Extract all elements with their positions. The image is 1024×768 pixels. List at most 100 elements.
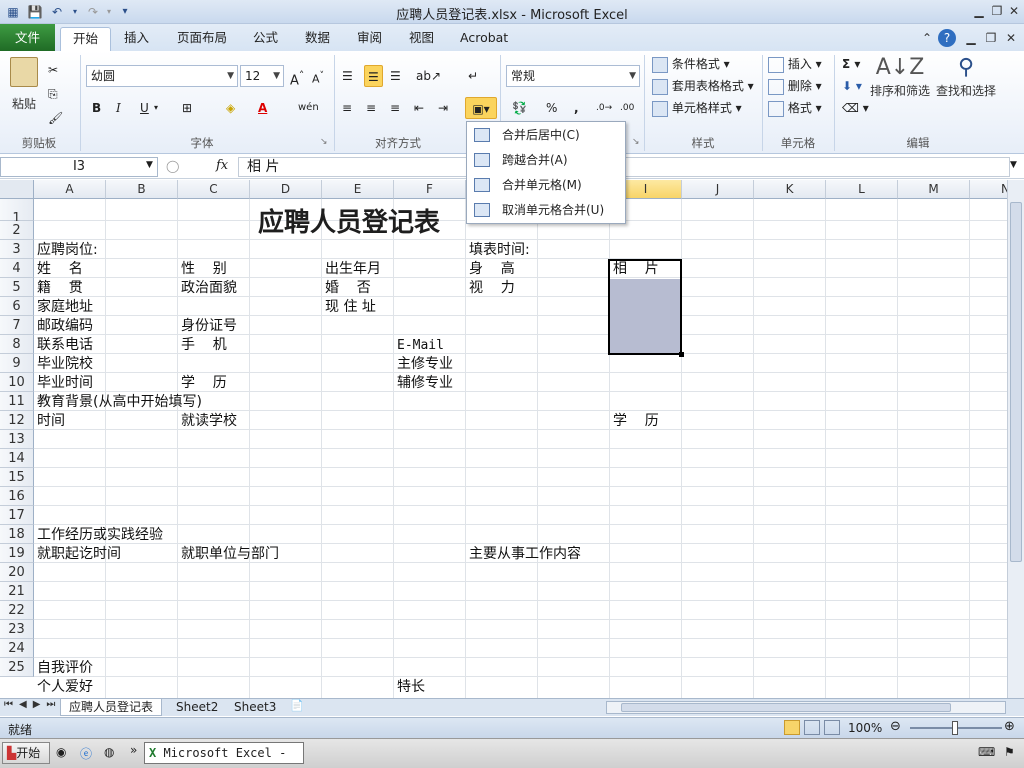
increase-indent-icon[interactable]: ⇥ <box>438 97 448 119</box>
sheet-tab-3[interactable]: Sheet3 <box>226 699 284 716</box>
worksheet-grid[interactable]: ABCDEFGHIJKLMN 1234567891011121314151617… <box>0 180 1024 698</box>
sheet-nav-icon[interactable]: ⏮◀▶⏭ <box>4 699 61 710</box>
row-header-16[interactable]: 16 <box>0 487 34 506</box>
minimize-icon[interactable]: ▁ <box>970 2 988 20</box>
close-icon[interactable]: ✕ <box>1005 2 1023 20</box>
row-header-21[interactable]: 21 <box>0 582 34 601</box>
zoom-out-icon[interactable]: ⊖ <box>890 719 901 734</box>
row-header-22[interactable]: 22 <box>0 601 34 620</box>
doc-close-icon[interactable]: ✕ <box>1002 29 1020 47</box>
paste-button[interactable]: 粘贴 <box>6 55 42 115</box>
column-header-f[interactable]: F <box>394 180 466 199</box>
align-middle-icon[interactable]: ☰ <box>364 65 383 87</box>
row-header-19[interactable]: 19 <box>0 544 34 563</box>
shrink-font-icon[interactable]: A˅ <box>312 65 324 87</box>
align-right-icon[interactable]: ≡ <box>390 97 400 119</box>
column-header-a[interactable]: A <box>34 180 106 199</box>
format-cells-button[interactable]: 格式 ▾ <box>768 97 822 119</box>
number-format-combo[interactable]: 常规 ▼ <box>506 65 640 87</box>
namebox-dropdown-icon[interactable]: ▼ <box>146 160 153 170</box>
row-header-25[interactable]: 25 <box>0 658 34 677</box>
align-center-icon[interactable]: ≡ <box>366 97 376 119</box>
sheet-tab-2[interactable]: Sheet2 <box>168 699 226 716</box>
row-header-14[interactable]: 14 <box>0 449 34 468</box>
page-break-view-icon[interactable] <box>824 720 840 735</box>
align-bottom-icon[interactable]: ☰ <box>390 65 401 87</box>
quicklaunch-icon-3[interactable]: ◍ <box>104 745 114 759</box>
normal-view-icon[interactable] <box>784 720 800 735</box>
row-header-6[interactable]: 6 <box>0 297 34 316</box>
font-size-combo[interactable]: 12 ▼ <box>240 65 284 87</box>
row-header-18[interactable]: 18 <box>0 525 34 544</box>
row-header-8[interactable]: 8 <box>0 335 34 354</box>
row-header-23[interactable]: 23 <box>0 620 34 639</box>
number-dialog-launcher-icon[interactable]: ↘ <box>632 137 640 147</box>
bold-button[interactable]: B <box>92 97 101 119</box>
row-header-12[interactable]: 12 <box>0 411 34 430</box>
restore-icon[interactable]: ❐ <box>988 2 1006 20</box>
help-icon[interactable]: ? <box>938 29 956 47</box>
tab-review[interactable]: 审阅 <box>345 27 394 51</box>
row-header-20[interactable]: 20 <box>0 563 34 582</box>
formula-expand-icon[interactable]: ◯ <box>166 159 179 173</box>
row-header-11[interactable]: 11 <box>0 392 34 411</box>
menu-item-merge-cells[interactable]: 合并单元格(M) <box>468 173 624 198</box>
cell-styles-button[interactable]: 单元格样式 ▾ <box>652 97 742 119</box>
find-select-button[interactable]: ⚲ 查找和选择 <box>934 55 998 99</box>
network-icon[interactable]: ⚑ <box>1004 745 1015 759</box>
horizontal-scrollbar[interactable] <box>606 701 1006 714</box>
cut-icon[interactable]: ✂ <box>48 59 58 81</box>
name-box[interactable]: I3 <box>0 157 158 177</box>
fill-color-icon[interactable]: ◈ <box>226 97 235 119</box>
clear-icon[interactable]: ⌫ ▾ <box>842 97 869 119</box>
column-header-b[interactable]: B <box>106 180 178 199</box>
phonetic-icon[interactable]: wén <box>298 97 319 119</box>
ie-icon[interactable]: ⓔ <box>80 745 92 762</box>
zoom-slider-thumb[interactable] <box>952 721 958 735</box>
row-header-7[interactable]: 7 <box>0 316 34 335</box>
row-header-17[interactable]: 17 <box>0 506 34 525</box>
fill-icon[interactable]: ⬇ ▾ <box>842 75 862 97</box>
merge-center-button[interactable]: ▣▾ <box>465 97 497 119</box>
tab-page-layout[interactable]: 页面布局 <box>165 27 239 51</box>
underline-button[interactable]: U <box>140 97 149 119</box>
row-header-10[interactable]: 10 <box>0 373 34 392</box>
row-header-15[interactable]: 15 <box>0 468 34 487</box>
sheet-tab-1[interactable]: 应聘人员登记表 <box>60 699 163 716</box>
row-header-1[interactable]: 1 <box>0 199 34 226</box>
menu-item-merge-center[interactable]: 合并后居中(C) <box>468 123 624 148</box>
collapse-ribbon-icon[interactable]: ⌃ <box>918 29 936 47</box>
decrease-indent-icon[interactable]: ⇤ <box>414 97 424 119</box>
currency-icon[interactable]: 💱 <box>512 97 527 119</box>
tab-data[interactable]: 数据 <box>293 27 342 51</box>
page-layout-view-icon[interactable] <box>804 720 820 735</box>
tab-acrobat[interactable]: Acrobat <box>448 27 520 51</box>
row-header-2[interactable]: 2 <box>0 221 34 240</box>
zoom-level[interactable]: 100% <box>848 721 882 735</box>
font-dialog-launcher-icon[interactable]: ↘ <box>320 137 328 147</box>
column-header-e[interactable]: E <box>322 180 394 199</box>
format-table-button[interactable]: 套用表格格式 ▾ <box>652 75 754 97</box>
doc-restore-icon[interactable]: ❐ <box>982 29 1000 47</box>
column-header-m[interactable]: M <box>898 180 970 199</box>
column-header-c[interactable]: C <box>178 180 250 199</box>
delete-cells-button[interactable]: 删除 ▾ <box>768 75 822 97</box>
vertical-scrollbar[interactable] <box>1007 180 1024 698</box>
column-header-j[interactable]: J <box>682 180 754 199</box>
borders-icon[interactable]: ⊞ <box>182 97 192 119</box>
align-top-icon[interactable]: ☰ <box>342 65 353 87</box>
zoom-in-icon[interactable]: ⊕ <box>1004 719 1015 734</box>
decrease-decimal-icon[interactable]: .00 <box>620 97 634 119</box>
doc-minimize-icon[interactable]: ▁ <box>962 29 980 47</box>
wrap-text-icon[interactable]: ↵ <box>468 65 478 87</box>
row-header-24[interactable]: 24 <box>0 639 34 658</box>
keyboard-icon[interactable]: ⌨ <box>978 745 995 759</box>
menu-item-unmerge-cells[interactable]: 取消单元格合并(U) <box>468 198 624 223</box>
format-painter-icon[interactable]: 🖌 <box>48 107 63 129</box>
align-left-icon[interactable]: ≡ <box>342 97 352 119</box>
row-header-9[interactable]: 9 <box>0 354 34 373</box>
formula-bar-expand-icon[interactable]: ▼ <box>1010 160 1017 170</box>
vertical-scroll-thumb[interactable] <box>1010 202 1022 562</box>
insert-function-icon[interactable]: fx <box>216 158 228 173</box>
tab-view[interactable]: 视图 <box>397 27 446 51</box>
